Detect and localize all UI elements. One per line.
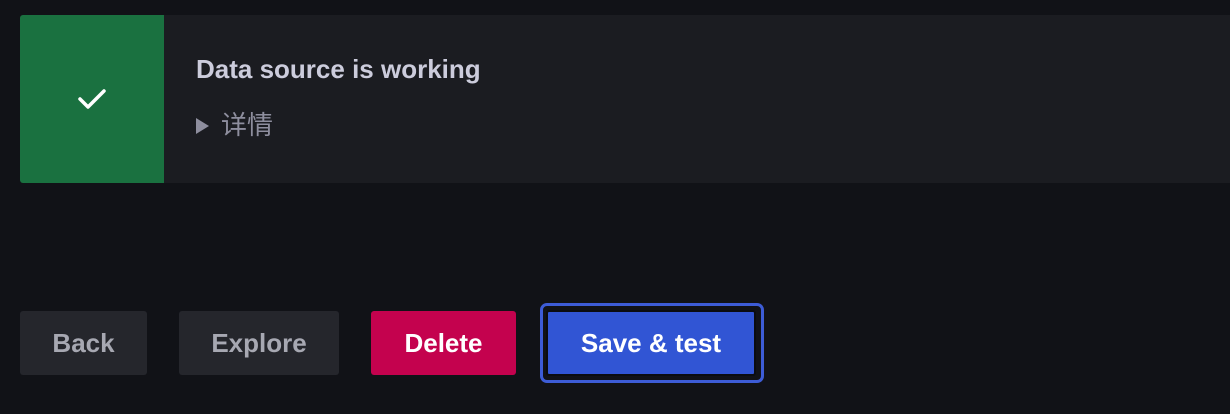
alert-details-label: 详情 bbox=[221, 111, 274, 141]
datasource-settings-page: Data source is working 详情 Back Explore D… bbox=[0, 0, 1230, 414]
caret-right-icon bbox=[196, 118, 209, 134]
alert-body: Data source is working 详情 bbox=[164, 15, 481, 183]
delete-button[interactable]: Delete bbox=[371, 311, 516, 375]
alert-icon-box bbox=[20, 15, 164, 183]
success-alert: Data source is working 详情 bbox=[20, 15, 1230, 183]
save-and-test-button[interactable]: Save & test bbox=[546, 310, 756, 376]
alert-title: Data source is working bbox=[196, 54, 481, 84]
checkmark-icon bbox=[78, 89, 106, 109]
alert-details-toggle[interactable]: 详情 bbox=[196, 111, 481, 141]
explore-button[interactable]: Explore bbox=[179, 311, 339, 375]
back-button[interactable]: Back bbox=[20, 311, 147, 375]
